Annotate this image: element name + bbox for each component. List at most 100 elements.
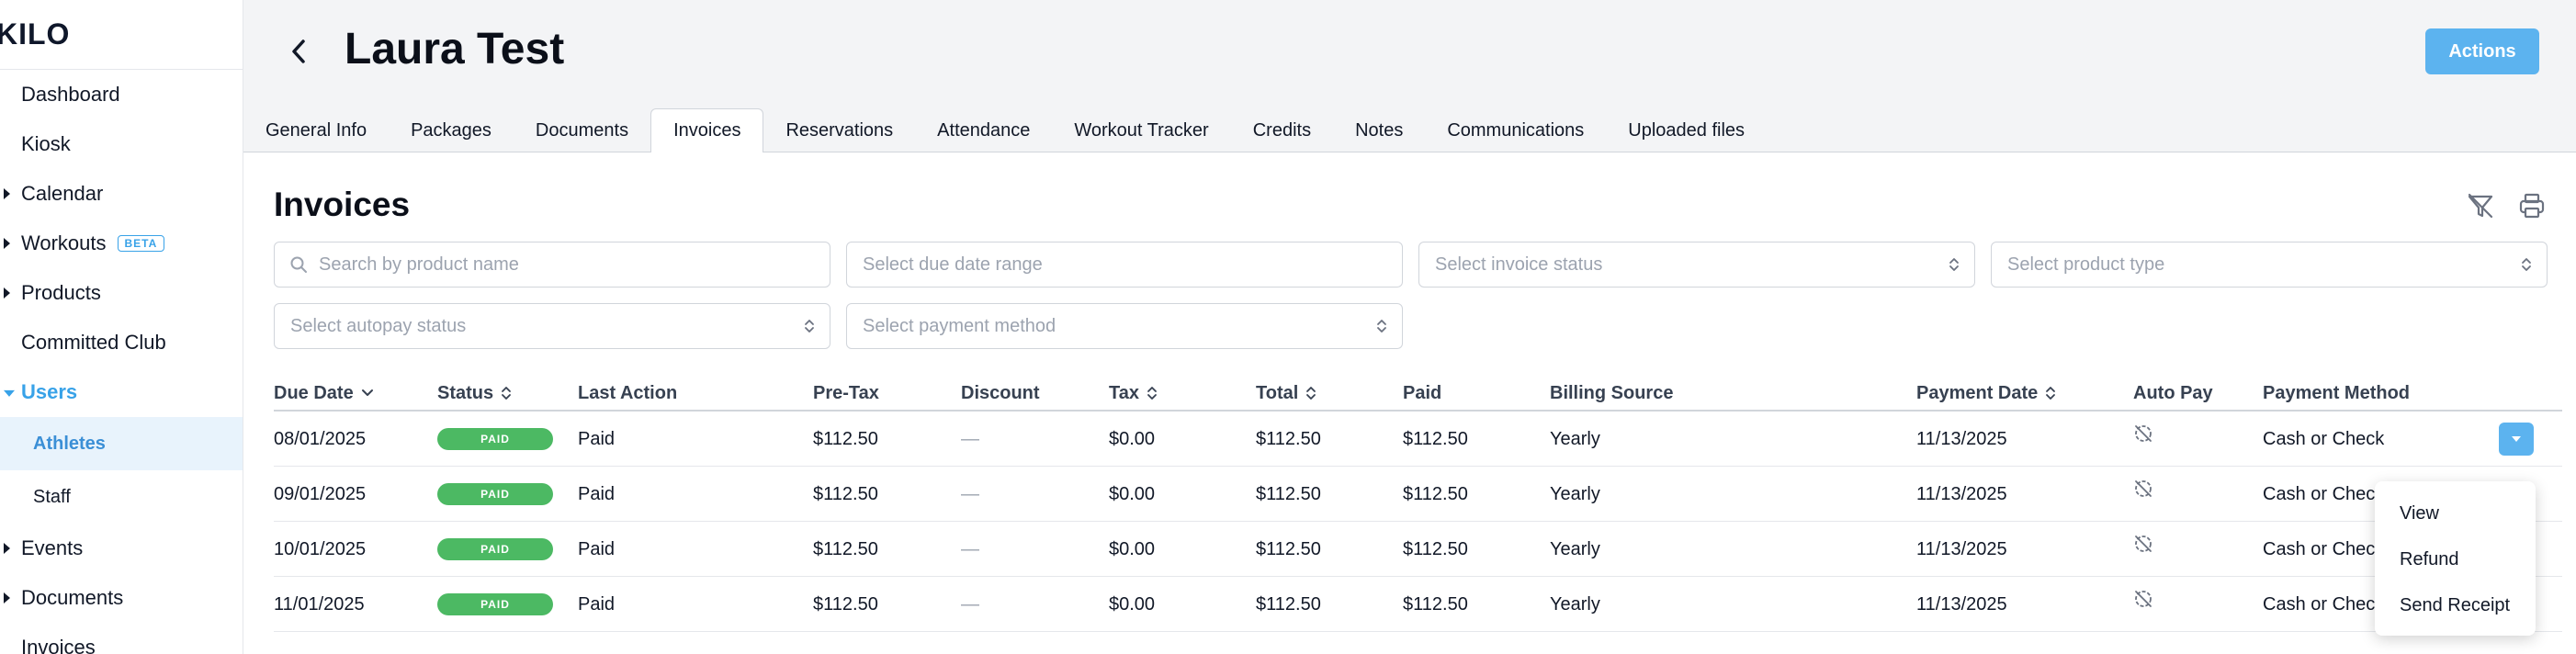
tab-communications[interactable]: Communications	[1425, 108, 1606, 152]
table-row[interactable]: 11/01/2025 PAID Paid $112.50 — $0.00 $11…	[274, 577, 2562, 632]
menu-item-send-receipt[interactable]: Send Receipt	[2375, 582, 2536, 628]
logo[interactable]: KILO	[0, 0, 243, 70]
sidebar-item-label: Workouts	[21, 231, 107, 254]
sort-icon	[502, 387, 512, 400]
sidebar-nav: Dashboard Kiosk Calendar Workouts BETA Pr…	[0, 70, 243, 654]
sidebar-item-staff[interactable]: Staff	[0, 470, 243, 524]
status-cell: PAID	[437, 522, 553, 577]
total-cell: $112.50	[1256, 538, 1321, 559]
sidebar-item-athletes[interactable]: Athletes	[0, 417, 243, 470]
sort-icon	[1306, 387, 1316, 400]
column-tax[interactable]: Tax	[1109, 377, 1158, 410]
invoice-status-select[interactable]: Select invoice status	[1418, 242, 1975, 288]
column-label: Status	[437, 382, 494, 403]
collapse-caret-icon	[4, 389, 15, 397]
profile-tabs: General Info Packages Documents Invoices…	[243, 108, 2576, 153]
table-header: Due Date Status Last Action Pre-Tax Disc…	[274, 377, 2562, 412]
sidebar-item-workouts[interactable]: Workouts BETA	[0, 219, 243, 268]
sidebar-item-label: Products	[21, 281, 101, 304]
sort-icon	[2046, 387, 2056, 400]
product-type-select[interactable]: Select product type	[1991, 242, 2548, 288]
auto-pay-cell	[2133, 467, 2153, 522]
sidebar-item-products[interactable]: Products	[0, 268, 243, 318]
status-cell: PAID	[437, 412, 553, 467]
tax-cell: $0.00	[1109, 428, 1156, 449]
sidebar-item-events[interactable]: Events	[0, 524, 243, 573]
tab-attendance[interactable]: Attendance	[915, 108, 1052, 152]
discount-cell: —	[961, 483, 979, 504]
discount-cell: —	[961, 428, 979, 449]
column-total[interactable]: Total	[1256, 377, 1316, 410]
tab-credits[interactable]: Credits	[1231, 108, 1333, 152]
paid-cell: $112.50	[1403, 593, 1468, 615]
payment-method-cell: Cash or Chec	[2263, 483, 2376, 504]
table-row[interactable]: 09/01/2025 PAID Paid $112.50 — $0.00 $11…	[274, 467, 2562, 522]
expand-caret-icon	[4, 592, 10, 603]
tab-documents[interactable]: Documents	[514, 108, 650, 152]
actions-button[interactable]: Actions	[2425, 28, 2539, 74]
billing-source-cell: Yearly	[1550, 538, 1600, 559]
payment-method-select[interactable]: Select payment method	[846, 303, 1403, 349]
tab-workout-tracker[interactable]: Workout Tracker	[1052, 108, 1230, 152]
payment-method-cell: Cash or Chec	[2263, 593, 2376, 615]
sidebar-item-documents[interactable]: Documents	[0, 573, 243, 623]
autopay-status-select[interactable]: Select autopay status	[274, 303, 830, 349]
billing-source-cell: Yearly	[1550, 483, 1600, 504]
last-action-cell: Paid	[578, 428, 616, 449]
chevron-down-icon	[2512, 436, 2521, 442]
total-cell: $112.50	[1256, 483, 1321, 504]
sidebar-item-kiosk[interactable]: Kiosk	[0, 119, 243, 169]
invoice-status-placeholder: Select invoice status	[1435, 254, 1603, 275]
menu-item-view[interactable]: View	[2375, 490, 2536, 536]
column-label: Due Date	[274, 382, 354, 403]
sidebar-item-invoices[interactable]: Invoices	[0, 623, 243, 654]
page-header: Laura Test Actions General Info Packages…	[243, 0, 2576, 153]
row-actions-cell	[2499, 412, 2534, 467]
search-input[interactable]	[274, 242, 830, 288]
due-date-cell: 09/01/2025	[274, 483, 367, 504]
auto-pay-cell	[2133, 577, 2153, 632]
sidebar-item-dashboard[interactable]: Dashboard	[0, 70, 243, 119]
table-row[interactable]: 08/01/2025 PAID Paid $112.50 — $0.00 $11…	[274, 412, 2562, 467]
column-due-date[interactable]: Due Date	[274, 377, 374, 410]
tab-invoices[interactable]: Invoices	[650, 108, 764, 153]
column-discount: Discount	[961, 382, 1040, 403]
due-date-placeholder: Select due date range	[863, 254, 1043, 275]
invoices-panel: Invoices Select due date range Select in…	[243, 152, 2576, 654]
tab-notes[interactable]: Notes	[1333, 108, 1425, 152]
column-pre-tax: Pre-Tax	[813, 382, 879, 403]
tab-packages[interactable]: Packages	[389, 108, 514, 152]
payment-method-cell: Cash or Check	[2263, 428, 2385, 449]
select-arrows-icon	[1377, 320, 1386, 333]
due-date-cell: 11/01/2025	[274, 593, 365, 615]
sidebar-item-committed-club[interactable]: Committed Club	[0, 318, 243, 367]
pre-tax-cell: $112.50	[813, 538, 878, 559]
clear-filters-button[interactable]	[2464, 189, 2497, 222]
autopay-off-icon	[2135, 480, 2152, 497]
row-actions-button[interactable]	[2499, 423, 2534, 456]
menu-item-refund[interactable]: Refund	[2375, 536, 2536, 582]
print-button[interactable]	[2515, 189, 2548, 222]
select-arrows-icon	[805, 320, 814, 333]
tab-reservations[interactable]: Reservations	[763, 108, 915, 152]
column-payment-date[interactable]: Payment Date	[1916, 377, 2056, 410]
search-text-field[interactable]	[319, 254, 830, 276]
back-arrow-icon	[292, 39, 305, 63]
column-status[interactable]: Status	[437, 377, 512, 410]
sidebar-item-users[interactable]: Users	[0, 367, 243, 417]
tab-uploaded-files[interactable]: Uploaded files	[1606, 108, 1767, 152]
status-badge: PAID	[437, 538, 553, 560]
back-button[interactable]	[280, 33, 317, 70]
auto-pay-cell	[2133, 412, 2153, 467]
tab-general-info[interactable]: General Info	[243, 108, 389, 152]
payment-method-cell: Cash or Chec	[2263, 538, 2376, 559]
expand-caret-icon	[4, 543, 10, 554]
sidebar-item-calendar[interactable]: Calendar	[0, 169, 243, 219]
table-row[interactable]: 10/01/2025 PAID Paid $112.50 — $0.00 $11…	[274, 522, 2562, 577]
due-date-range-picker[interactable]: Select due date range	[846, 242, 1403, 288]
column-auto-pay: Auto Pay	[2133, 382, 2213, 403]
filter-off-icon	[2468, 193, 2493, 219]
select-arrows-icon	[2522, 258, 2531, 271]
autopay-off-icon	[2135, 425, 2152, 442]
autopay-placeholder: Select autopay status	[290, 315, 467, 336]
